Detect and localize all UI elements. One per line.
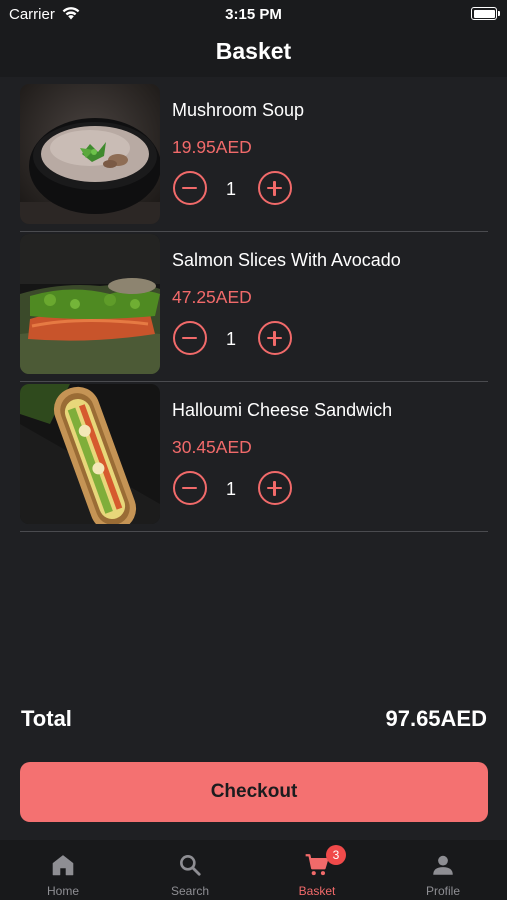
navigation-bar: Basket — [0, 28, 507, 77]
cart-badge: 3 — [326, 845, 346, 865]
search-icon — [180, 855, 201, 876]
tab-label: Profile — [425, 884, 460, 898]
item-quantity: 1 — [225, 479, 236, 499]
status-bar: Carrier 3:15 PM — [0, 0, 507, 28]
checkout-button[interactable]: Checkout — [20, 762, 488, 822]
tab-home[interactable]: Home — [0, 840, 126, 900]
tab-bar: Home Search 3 Basket Profile — [0, 840, 507, 900]
tab-search[interactable]: Search — [127, 840, 253, 900]
tab-label: Search — [170, 884, 210, 898]
page-title: Basket — [215, 38, 292, 64]
tab-profile[interactable]: Profile — [380, 840, 506, 900]
increase-quantity-button[interactable] — [258, 171, 292, 205]
total-value: 97.65AED — [385, 706, 487, 731]
basket-item: Salmon Slices With Avocado 47.25AED 1 — [20, 232, 488, 382]
item-name: Mushroom Soup — [172, 100, 305, 120]
minus-icon — [182, 336, 197, 339]
basket-item: Mushroom Soup 19.95AED 1 — [20, 82, 488, 232]
item-quantity: 1 — [225, 179, 236, 199]
salmon-avocado-image — [20, 234, 160, 374]
person-icon — [433, 855, 453, 875]
decrease-quantity-button[interactable] — [173, 471, 207, 505]
increase-quantity-button[interactable] — [258, 471, 292, 505]
item-price: 30.45AED — [172, 437, 252, 457]
tab-label: Basket — [298, 884, 336, 898]
total-label: Total — [21, 706, 72, 731]
minus-icon — [182, 186, 197, 189]
increase-quantity-button[interactable] — [258, 321, 292, 355]
item-price: 19.95AED — [172, 137, 252, 157]
status-time: 3:15 PM — [225, 6, 282, 23]
decrease-quantity-button[interactable] — [173, 171, 207, 205]
tab-label: Home — [46, 884, 79, 898]
item-price: 47.25AED — [172, 287, 252, 307]
item-name: Salmon Slices With Avocado — [172, 250, 401, 270]
halloumi-sandwich-image — [20, 384, 160, 524]
minus-icon — [182, 486, 197, 489]
tab-basket[interactable]: 3 Basket — [254, 840, 380, 900]
item-quantity: 1 — [225, 329, 236, 349]
item-name: Halloumi Cheese Sandwich — [172, 400, 393, 420]
basket-item: Halloumi Cheese Sandwich 30.45AED 1 — [20, 382, 488, 532]
battery-icon — [471, 7, 500, 20]
mushroom-soup-image — [20, 84, 160, 224]
decrease-quantity-button[interactable] — [173, 321, 207, 355]
basket-list: Mushroom Soup 19.95AED 1 Salmon Slices W… — [20, 82, 488, 532]
home-icon — [52, 855, 74, 876]
